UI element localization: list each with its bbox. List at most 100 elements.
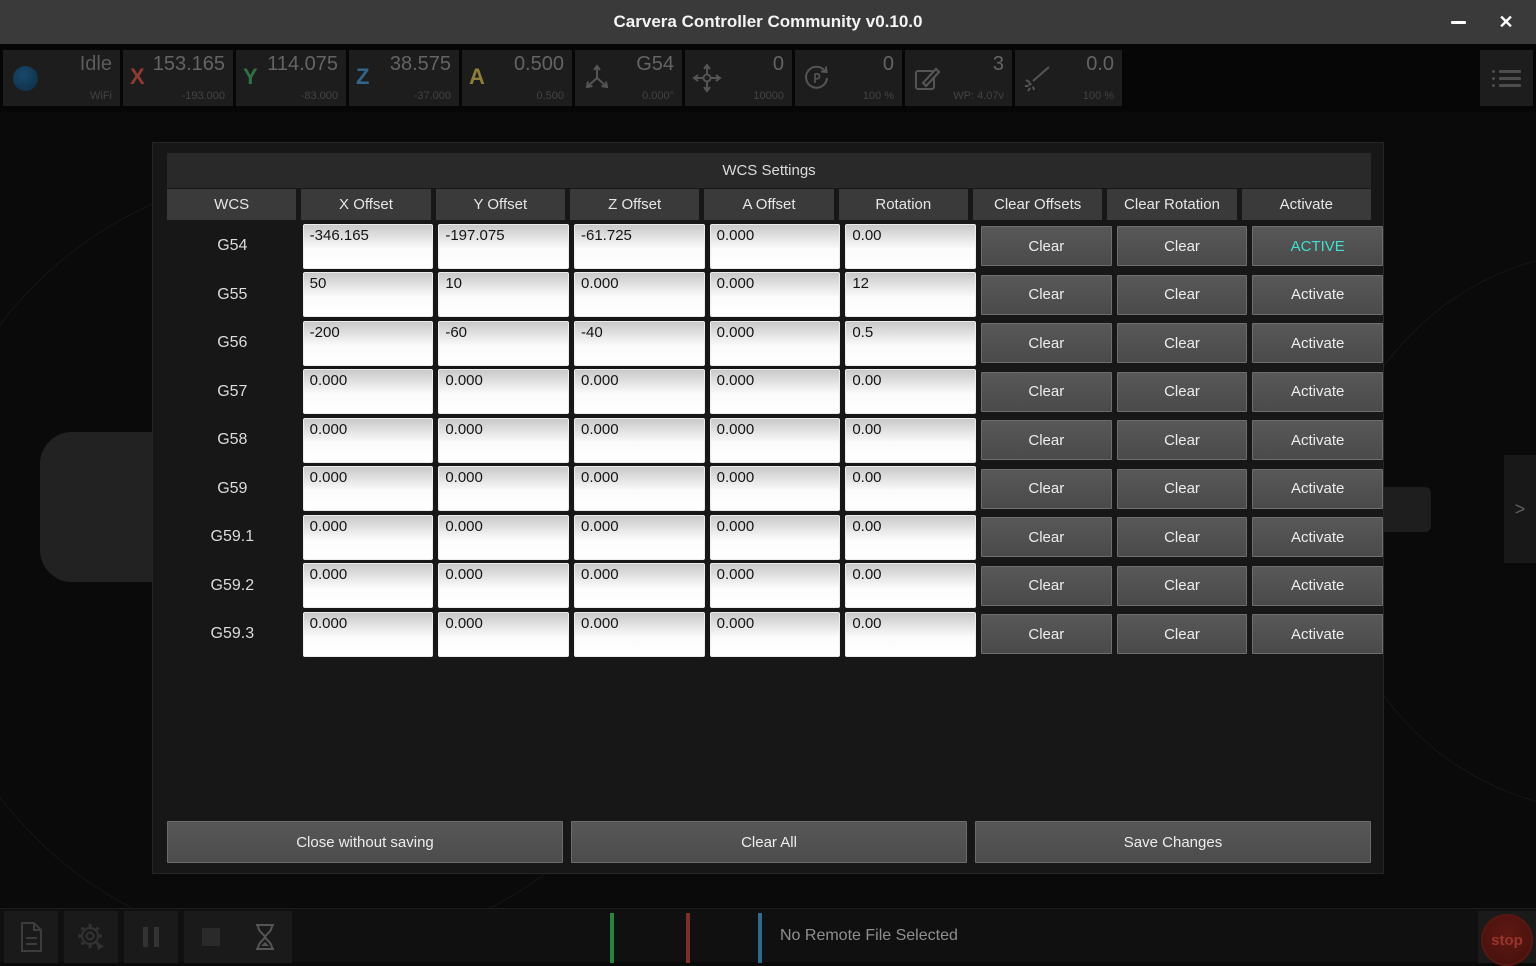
x-offset-input[interactable] [303, 418, 434, 463]
a-offset-input[interactable] [710, 563, 841, 608]
close-button[interactable]: ✕ [1484, 0, 1528, 44]
clear-rotation-button[interactable]: Clear [1117, 275, 1248, 315]
y-offset-input[interactable] [438, 612, 569, 657]
spindle-status-cell[interactable]: 0 100 % [795, 50, 902, 106]
axis-cell-a[interactable]: A 0.500 0.500 [462, 50, 572, 106]
wcs-status-cell[interactable]: G54 0.000° [575, 50, 682, 106]
connection-type: WiFi [90, 90, 112, 102]
z-offset-input[interactable] [574, 369, 705, 414]
stop-job-button[interactable] [184, 911, 238, 963]
move-arrows-icon [692, 63, 722, 93]
axis-cell-y[interactable]: Y 114.075 -83.000 [236, 50, 346, 106]
y-offset-input[interactable] [438, 563, 569, 608]
z-offset-input[interactable] [574, 418, 705, 463]
x-offset-input[interactable] [303, 321, 434, 366]
z-offset-input[interactable] [574, 466, 705, 511]
a-offset-input[interactable] [710, 466, 841, 511]
clear-offsets-button[interactable]: Clear [981, 323, 1112, 363]
activate-button[interactable]: Activate [1252, 517, 1383, 557]
emergency-stop-button[interactable]: stop [1481, 914, 1533, 966]
x-offset-input[interactable] [303, 224, 434, 269]
x-offset-input[interactable] [303, 563, 434, 608]
x-offset-input[interactable] [303, 612, 434, 657]
clear-rotation-button[interactable]: Clear [1117, 614, 1248, 654]
clear-offsets-button[interactable]: Clear [981, 566, 1112, 606]
minimize-button[interactable] [1436, 0, 1480, 44]
status-menu-button[interactable] [1480, 50, 1533, 106]
clear-offsets-button[interactable]: Clear [981, 226, 1112, 266]
y-offset-input[interactable] [438, 321, 569, 366]
clear-rotation-button[interactable]: Clear [1117, 226, 1248, 266]
laser-status-cell[interactable]: 0.0 100 % [1015, 50, 1122, 106]
y-offset-input[interactable] [438, 418, 569, 463]
clear-offsets-button[interactable]: Clear [981, 420, 1112, 460]
x-offset-input[interactable] [303, 515, 434, 560]
activate-button[interactable]: Activate [1252, 469, 1383, 509]
run-button[interactable] [64, 911, 118, 963]
rotation-input[interactable] [845, 466, 976, 511]
rotation-input[interactable] [845, 418, 976, 463]
rotation-input[interactable] [845, 272, 976, 317]
rotation-input[interactable] [845, 612, 976, 657]
wcs-row-label: G59.2 [167, 577, 298, 595]
z-offset-input[interactable] [574, 321, 705, 366]
pause-button[interactable] [124, 911, 178, 963]
file-icon [16, 920, 46, 954]
z-offset-input[interactable] [574, 515, 705, 560]
activate-button[interactable]: Activate [1252, 323, 1383, 363]
file-open-button[interactable] [4, 911, 58, 963]
save-changes-button[interactable]: Save Changes [975, 821, 1371, 863]
axis-cell-x[interactable]: X 153.165 -193.000 [123, 50, 233, 106]
rotation-input[interactable] [845, 224, 976, 269]
z-offset-input[interactable] [574, 224, 705, 269]
clear-rotation-button[interactable]: Clear [1117, 420, 1248, 460]
clear-offsets-button[interactable]: Clear [981, 275, 1112, 315]
activate-button[interactable]: ACTIVE [1252, 226, 1383, 266]
close-without-saving-button[interactable]: Close without saving [167, 821, 563, 863]
rotation-input[interactable] [845, 369, 976, 414]
z-offset-input[interactable] [574, 612, 705, 657]
activate-button[interactable]: Activate [1252, 372, 1383, 412]
clear-rotation-button[interactable]: Clear [1117, 323, 1248, 363]
x-offset-input[interactable] [303, 369, 434, 414]
a-offset-input[interactable] [710, 612, 841, 657]
axis-cell-z[interactable]: Z 38.575 -37.000 [349, 50, 459, 106]
tool-status-cell[interactable]: 3 WP: 4.07v [905, 50, 1012, 106]
a-offset-input[interactable] [710, 321, 841, 366]
feed-status-cell[interactable]: 0 10000 [685, 50, 792, 106]
z-offset-input[interactable] [574, 272, 705, 317]
clear-rotation-button[interactable]: Clear [1117, 469, 1248, 509]
a-offset-input[interactable] [710, 224, 841, 269]
y-offset-input[interactable] [438, 224, 569, 269]
y-offset-input[interactable] [438, 369, 569, 414]
connection-status-cell[interactable]: Idle WiFi [3, 50, 120, 106]
pendant-button[interactable] [238, 911, 292, 963]
x-offset-input[interactable] [303, 466, 434, 511]
rotation-input[interactable] [845, 563, 976, 608]
a-offset-input[interactable] [710, 369, 841, 414]
clear-rotation-button[interactable]: Clear [1117, 517, 1248, 557]
clear-offsets-button[interactable]: Clear [981, 469, 1112, 509]
activate-button[interactable]: Activate [1252, 420, 1383, 460]
activate-button[interactable]: Activate [1252, 614, 1383, 654]
rotation-input[interactable] [845, 515, 976, 560]
y-offset-input[interactable] [438, 272, 569, 317]
x-offset-input[interactable] [303, 272, 434, 317]
side-panel-toggle[interactable]: > [1504, 455, 1536, 563]
clear-offsets-button[interactable]: Clear [981, 614, 1112, 654]
activate-button[interactable]: Activate [1252, 275, 1383, 315]
y-offset-input[interactable] [438, 515, 569, 560]
clear-offsets-button[interactable]: Clear [981, 517, 1112, 557]
z-offset-input[interactable] [574, 563, 705, 608]
a-offset-input[interactable] [710, 272, 841, 317]
a-offset-input[interactable] [710, 418, 841, 463]
clear-rotation-button[interactable]: Clear [1117, 566, 1248, 606]
clear-offsets-button[interactable]: Clear [981, 372, 1112, 412]
clear-all-button[interactable]: Clear All [571, 821, 967, 863]
wcs-row: G54ClearClearACTIVE [167, 222, 1383, 271]
clear-rotation-button[interactable]: Clear [1117, 372, 1248, 412]
rotation-input[interactable] [845, 321, 976, 366]
activate-button[interactable]: Activate [1252, 566, 1383, 606]
a-offset-input[interactable] [710, 515, 841, 560]
y-offset-input[interactable] [438, 466, 569, 511]
